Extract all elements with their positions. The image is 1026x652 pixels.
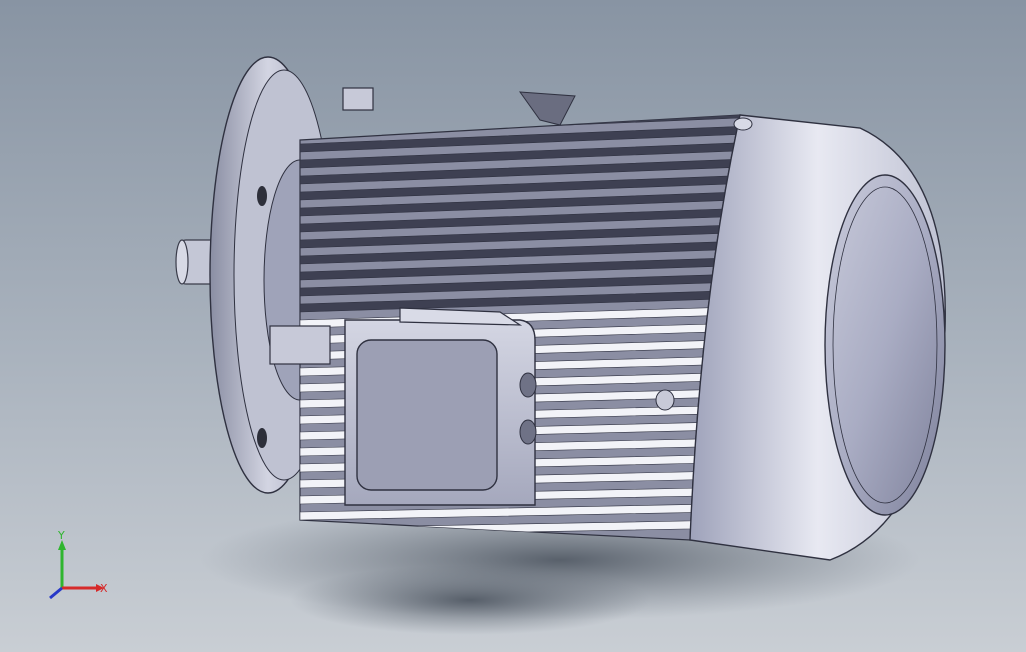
triad-x-label: X [100, 582, 108, 595]
triad-z-axis [49, 586, 63, 600]
axis-triad: Y X [49, 530, 108, 600]
cover-screw-top [733, 117, 753, 131]
terminal-box[interactable] [344, 307, 537, 506]
cable-gland-upper [519, 372, 537, 398]
cover-screw-side [655, 389, 675, 411]
flange-bolt-hole-bottom [257, 428, 267, 448]
motor-model-view[interactable] [0, 0, 1026, 652]
ground-shadow-2 [290, 565, 650, 635]
terminal-box-cover[interactable] [356, 339, 498, 491]
triad-y-label: Y [57, 530, 65, 542]
cable-gland-lower [519, 419, 537, 445]
graphics-viewport[interactable]: Y X [0, 0, 1026, 652]
flange-bolt-hole-top [257, 186, 267, 206]
